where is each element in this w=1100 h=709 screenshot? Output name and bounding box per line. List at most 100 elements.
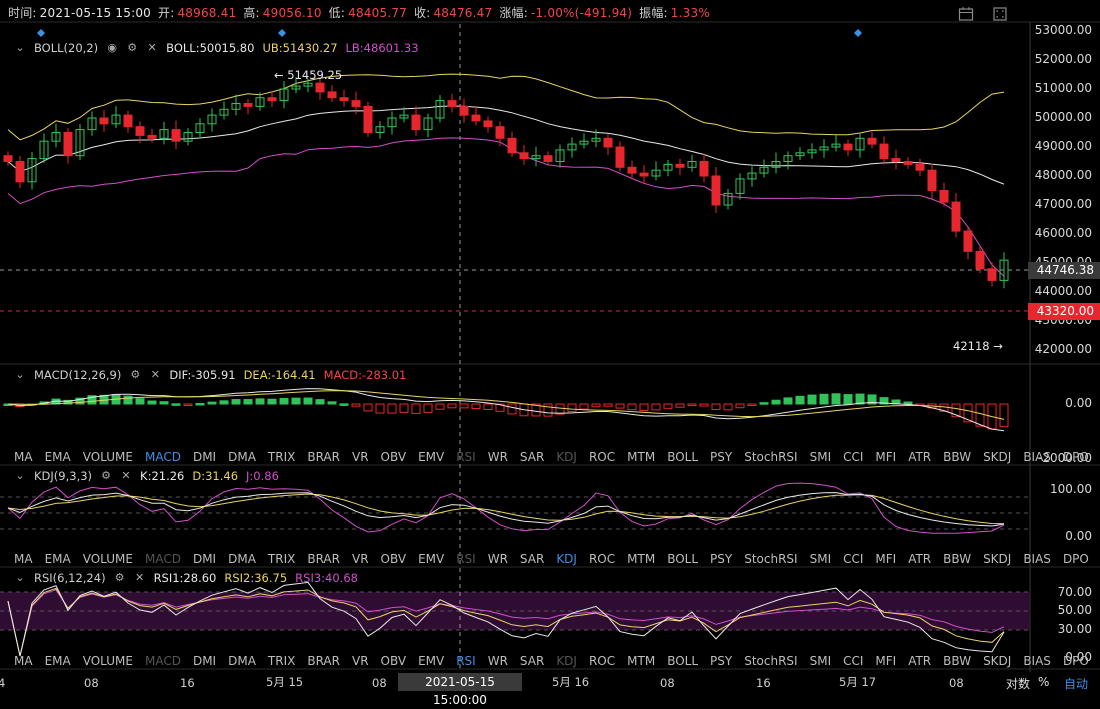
tab-trix[interactable]: TRIX [262, 450, 301, 464]
candle-body[interactable] [975, 250, 985, 270]
tab-ema[interactable]: EMA [39, 552, 77, 566]
candle-body[interactable] [459, 105, 469, 116]
tab-emv[interactable]: EMV [412, 552, 450, 566]
tab-bias[interactable]: BIAS [1017, 450, 1057, 464]
candle-body[interactable] [939, 190, 949, 203]
auto-scale-toggle[interactable]: 自动 [1064, 675, 1088, 692]
tab-trix[interactable]: TRIX [262, 654, 301, 668]
candle-body[interactable] [99, 117, 109, 125]
candle-body[interactable] [867, 137, 877, 145]
tab-wr[interactable]: WR [482, 450, 514, 464]
tab-stochrsi[interactable]: StochRSI [738, 654, 803, 668]
percent-scale-toggle[interactable]: % [1038, 675, 1049, 689]
tab-smi[interactable]: SMI [804, 654, 838, 668]
tab-wr[interactable]: WR [482, 552, 514, 566]
tab-stochrsi[interactable]: StochRSI [738, 450, 803, 464]
tab-ema[interactable]: EMA [39, 654, 77, 668]
tab-obv[interactable]: OBV [375, 654, 413, 668]
tab-mfi[interactable]: MFI [869, 552, 902, 566]
tab-ao[interactable]: AO [1095, 654, 1100, 668]
tab-sar[interactable]: SAR [514, 552, 550, 566]
tab-ao[interactable]: AO [1095, 552, 1100, 566]
tab-ao[interactable]: AO [1095, 450, 1100, 464]
candle-body[interactable] [963, 230, 973, 252]
tab-cci[interactable]: CCI [837, 654, 869, 668]
chart-canvas[interactable] [0, 0, 1100, 694]
event-marker[interactable] [278, 29, 286, 37]
tab-vr[interactable]: VR [346, 450, 375, 464]
tab-dmi[interactable]: DMI [187, 552, 222, 566]
candle-body[interactable] [639, 172, 649, 177]
tab-ma[interactable]: MA [8, 552, 39, 566]
tab-sar[interactable]: SAR [514, 654, 550, 668]
tab-atr[interactable]: ATR [902, 654, 937, 668]
eye-icon[interactable]: ◉ [106, 42, 118, 54]
tab-skdj[interactable]: SKDJ [977, 654, 1017, 668]
tab-stochrsi[interactable]: StochRSI [738, 552, 803, 566]
candle-body[interactable] [987, 268, 997, 281]
candle-body[interactable] [351, 100, 361, 107]
candle-body[interactable] [327, 91, 337, 99]
tab-mfi[interactable]: MFI [869, 450, 902, 464]
close-icon[interactable]: ✕ [146, 42, 158, 54]
candle-body[interactable] [879, 143, 889, 160]
tab-sar[interactable]: SAR [514, 450, 550, 464]
candle-body[interactable] [627, 166, 637, 174]
candle-body[interactable] [699, 161, 709, 177]
tab-cci[interactable]: CCI [837, 552, 869, 566]
tab-atr[interactable]: ATR [902, 450, 937, 464]
candle-body[interactable] [519, 152, 529, 160]
tab-volume[interactable]: VOLUME [77, 552, 139, 566]
tab-brar[interactable]: BRAR [301, 552, 346, 566]
candle-body[interactable] [15, 161, 25, 183]
tab-psy[interactable]: PSY [704, 450, 738, 464]
tab-volume[interactable]: VOLUME [77, 450, 139, 464]
candle-body[interactable] [615, 146, 625, 168]
candle-body[interactable] [543, 155, 553, 162]
candle-body[interactable] [891, 158, 901, 163]
close-icon[interactable]: ✕ [120, 470, 132, 482]
candle-body[interactable] [315, 82, 325, 93]
candle-body[interactable] [3, 155, 13, 162]
tab-kdj[interactable]: KDJ [550, 654, 583, 668]
settings-icon[interactable]: ⚙ [129, 369, 141, 381]
chevron-down-icon[interactable]: ⌄ [14, 470, 26, 482]
tab-mtm[interactable]: MTM [621, 654, 661, 668]
event-marker[interactable] [854, 29, 862, 37]
tab-emv[interactable]: EMV [412, 654, 450, 668]
candle-body[interactable] [951, 201, 961, 232]
tab-boll[interactable]: BOLL [661, 450, 704, 464]
event-marker[interactable] [37, 29, 45, 37]
candle-body[interactable] [843, 143, 853, 151]
tab-mfi[interactable]: MFI [869, 654, 902, 668]
candle-body[interactable] [603, 137, 613, 148]
tab-psy[interactable]: PSY [704, 654, 738, 668]
tab-macd[interactable]: MACD [139, 654, 187, 668]
tab-macd[interactable]: MACD [139, 450, 187, 464]
tab-vr[interactable]: VR [346, 654, 375, 668]
tab-ma[interactable]: MA [8, 654, 39, 668]
close-icon[interactable]: ✕ [149, 369, 161, 381]
candle-body[interactable] [675, 163, 685, 168]
tab-ema[interactable]: EMA [39, 450, 77, 464]
tab-cci[interactable]: CCI [837, 450, 869, 464]
tab-emv[interactable]: EMV [412, 450, 450, 464]
tab-dpo[interactable]: DPO [1057, 450, 1095, 464]
tab-volume[interactable]: VOLUME [77, 654, 139, 668]
tab-bbw[interactable]: BBW [937, 654, 977, 668]
tab-brar[interactable]: BRAR [301, 450, 346, 464]
candle-body[interactable] [63, 132, 73, 157]
tab-bbw[interactable]: BBW [937, 552, 977, 566]
tab-atr[interactable]: ATR [902, 552, 937, 566]
candle-body[interactable] [711, 175, 721, 206]
tab-dpo[interactable]: DPO [1057, 654, 1095, 668]
candle-body[interactable] [903, 161, 913, 165]
tab-rsi[interactable]: RSI [450, 450, 482, 464]
tab-dma[interactable]: DMA [222, 654, 262, 668]
settings-icon[interactable]: ⚙ [126, 42, 138, 54]
chevron-down-icon[interactable]: ⌄ [14, 42, 26, 54]
tab-bias[interactable]: BIAS [1017, 654, 1057, 668]
tab-skdj[interactable]: SKDJ [977, 450, 1017, 464]
close-icon[interactable]: ✕ [134, 572, 146, 584]
tab-smi[interactable]: SMI [804, 552, 838, 566]
